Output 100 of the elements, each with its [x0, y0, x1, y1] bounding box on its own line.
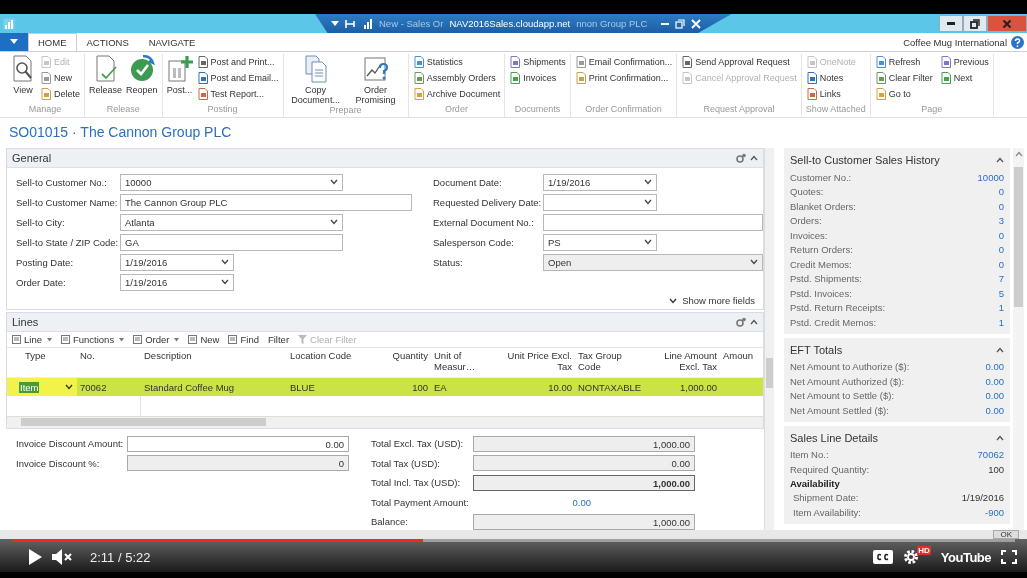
value-link[interactable]: 0.00: [985, 361, 1004, 373]
text-field[interactable]: [543, 213, 763, 231]
dropdown-field[interactable]: 1/19/2016: [543, 173, 657, 191]
minimize-button[interactable]: [939, 15, 963, 32]
column-header[interactable]: Type: [7, 348, 77, 377]
field-label: Salesperson Code:: [433, 236, 515, 248]
value-link[interactable]: 10000: [977, 171, 1004, 183]
play-button[interactable]: [28, 549, 42, 565]
document-icon: [805, 72, 818, 84]
ribbon-button[interactable]: Post and Print...: [196, 54, 279, 70]
ribbon-tab[interactable]: NAVIGATE: [138, 33, 206, 51]
value-link[interactable]: 0: [998, 258, 1004, 270]
ribbon-button[interactable]: Send Approval Request: [681, 54, 797, 70]
caret-icon: [65, 384, 73, 390]
toolbar-button[interactable]: Functions: [60, 334, 125, 345]
menu-button[interactable]: [0, 33, 28, 51]
ribbon-button[interactable]: Reopen: [126, 54, 158, 104]
text-field[interactable]: 0.00: [127, 435, 349, 452]
mute-button[interactable]: [52, 549, 74, 565]
column-header[interactable]: Tax Group Code: [575, 348, 640, 377]
ribbon-button[interactable]: Refresh: [874, 54, 933, 70]
value-link[interactable]: 1: [998, 316, 1004, 328]
type-dropdown[interactable]: Item: [7, 378, 77, 396]
ribbon-button[interactable]: Archive Document: [412, 86, 501, 102]
show-more-link[interactable]: Show more fields: [669, 295, 755, 306]
pin-icon: [345, 19, 357, 28]
ribbon-button[interactable]: Statistics: [412, 54, 501, 70]
factbox-title: Sales Line Details: [790, 431, 879, 444]
ribbon-button[interactable]: Links: [805, 86, 856, 102]
column-header[interactable]: Quantity: [375, 348, 431, 377]
toolbar-button[interactable]: Line: [12, 334, 52, 345]
column-header[interactable]: Amoun: [720, 348, 755, 377]
amount-link[interactable]: 0.00: [473, 496, 591, 508]
value-link[interactable]: 0.00: [985, 404, 1004, 416]
ribbon-button[interactable]: Copy Document...: [287, 54, 344, 105]
value-link[interactable]: 5: [998, 287, 1004, 299]
field-label: Total Tax (USD):: [371, 457, 441, 469]
ok-button[interactable]: OK: [993, 530, 1019, 539]
close-button[interactable]: [987, 15, 1027, 32]
table-row[interactable]: Item 70062 Standard Coffee Mug BLUE 100 EA 10.00 NONTAXABLE 1,000.00: [7, 378, 763, 396]
dropdown-field[interactable]: 1/19/2016: [120, 273, 234, 291]
ribbon-button[interactable]: Notes: [805, 70, 856, 86]
ribbon-button[interactable]: Next: [939, 70, 989, 86]
horizontal-scrollbar[interactable]: [7, 416, 763, 428]
value-link[interactable]: -900: [985, 506, 1004, 518]
ribbon-button[interactable]: Shipments: [509, 54, 566, 70]
page-scrollbar[interactable]: [1013, 148, 1024, 530]
value-link[interactable]: 3: [998, 215, 1004, 227]
value-link[interactable]: 0: [998, 186, 1004, 198]
value-link[interactable]: 7: [998, 273, 1004, 285]
value-link[interactable]: 0: [998, 244, 1004, 256]
ribbon-button[interactable]: Email Confirmation...: [574, 54, 673, 70]
toolbar-button[interactable]: Order: [133, 334, 180, 345]
settings-icon: [903, 549, 920, 565]
dropdown-field[interactable]: PS: [543, 233, 657, 251]
ribbon-button[interactable]: Order Promising: [347, 54, 404, 105]
column-header[interactable]: Unit Price Excl. Tax: [495, 348, 575, 377]
factbox-label: Quotes:: [790, 186, 825, 198]
player-logo[interactable]: YouTube: [940, 549, 991, 565]
text-field[interactable]: GA: [120, 233, 343, 251]
value-link[interactable]: 0.00: [985, 390, 1004, 402]
toolbar-button[interactable]: Find: [228, 334, 259, 345]
ribbon-button[interactable]: Print Confirmation...: [574, 70, 673, 86]
text-field[interactable]: 0: [127, 455, 349, 472]
ribbon-button[interactable]: Invoices: [509, 70, 566, 86]
toolbar-button[interactable]: Filter: [267, 334, 290, 345]
ribbon-tab[interactable]: ACTIONS: [76, 33, 139, 51]
ribbon-button[interactable]: Clear Filter: [874, 70, 933, 86]
ribbon-button[interactable]: Go to: [874, 86, 933, 102]
captions-button[interactable]: [873, 550, 894, 564]
ribbon-button[interactable]: Previous: [939, 54, 989, 70]
dropdown-field[interactable]: Atlanta: [120, 213, 343, 231]
ribbon-button[interactable]: Release: [89, 54, 123, 104]
ribbon-button[interactable]: Assembly Orders: [412, 70, 501, 86]
column-header[interactable]: Unit of Measur…: [431, 348, 495, 377]
toolbar-button[interactable]: New: [188, 334, 220, 345]
ribbon-button[interactable]: Delete: [40, 86, 80, 102]
value-link[interactable]: 0: [998, 200, 1004, 212]
column-header[interactable]: No.: [77, 348, 141, 377]
vertical-scrollbar[interactable]: [764, 148, 774, 530]
value-link[interactable]: 0.00: [985, 375, 1004, 387]
ribbon-button[interactable]: New: [40, 70, 80, 86]
fullscreen-button[interactable]: [1001, 550, 1017, 564]
value-link[interactable]: 70062: [977, 449, 1004, 461]
ribbon-tab[interactable]: HOME: [28, 33, 77, 51]
column-header[interactable]: Location Code: [287, 348, 375, 377]
dropdown-field[interactable]: 10000: [120, 173, 343, 191]
column-header[interactable]: Description: [141, 348, 287, 377]
value-link[interactable]: 0: [998, 229, 1004, 241]
dropdown-field[interactable]: [543, 193, 657, 211]
dropdown-field[interactable]: 1/19/2016: [120, 253, 234, 271]
ribbon-button[interactable]: Test Report...: [196, 86, 279, 102]
settings-button[interactable]: [903, 549, 920, 565]
text-field[interactable]: The Cannon Group PLC: [120, 193, 412, 211]
ribbon-button[interactable]: Post...: [166, 54, 193, 104]
ribbon-button[interactable]: Post and Email...: [196, 70, 279, 86]
restore-button[interactable]: [963, 15, 987, 32]
column-header[interactable]: Line Amount Excl. Tax: [640, 348, 720, 377]
value-link[interactable]: 1: [998, 302, 1004, 314]
ribbon-button[interactable]: View: [10, 54, 36, 104]
